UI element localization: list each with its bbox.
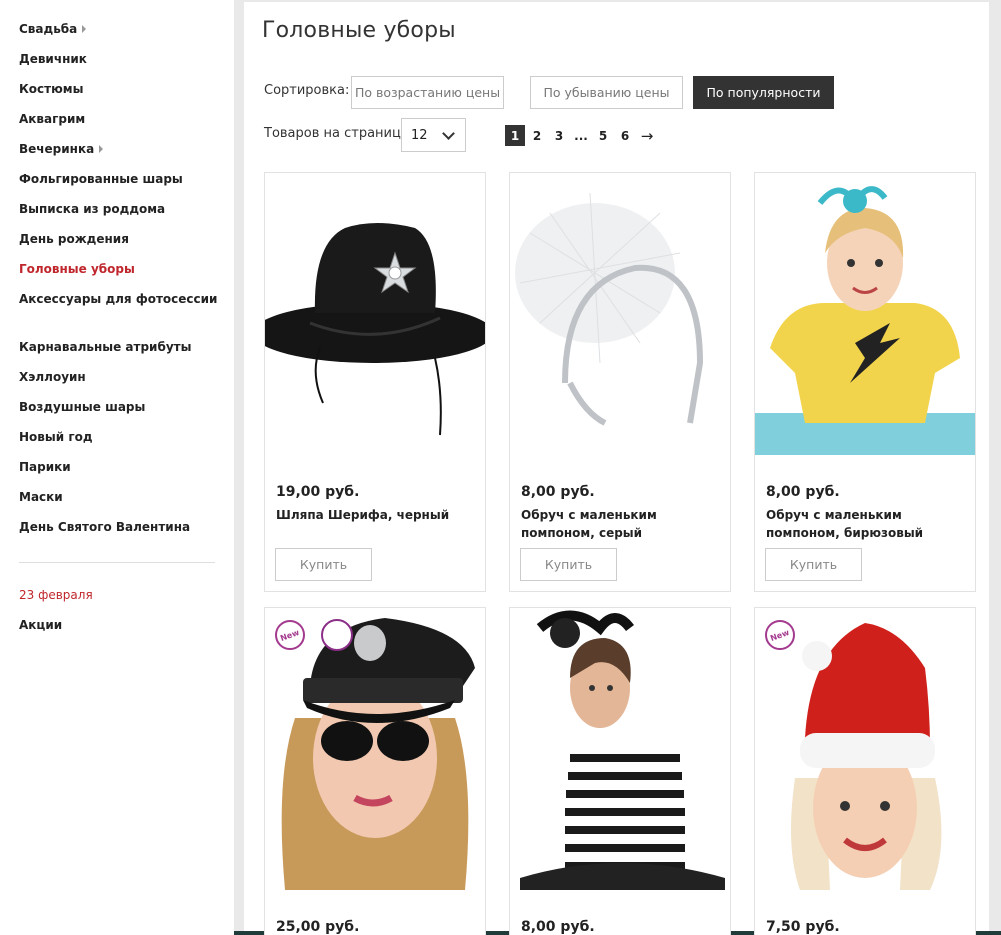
category-sidebar: Свадьба Девичник Костюмы Аквагрим Вечери…	[0, 0, 234, 935]
product-image-turquoise-headband[interactable]	[755, 173, 975, 455]
sidebar-item-costumes[interactable]: Костюмы	[19, 80, 219, 110]
product-image-sheriff-hat[interactable]	[265, 173, 485, 455]
sidebar-item-foil-balloons[interactable]: Фольгированные шары	[19, 170, 219, 200]
product-card[interactable]: 8,00 руб. Обруч с маленьким помпоном, се…	[509, 172, 731, 592]
per-page-label: Товаров на странице:	[264, 126, 414, 141]
category-menu: Свадьба Девичник Костюмы Аквагрим Вечери…	[19, 20, 219, 548]
sidebar-item-birthday[interactable]: День рождения	[19, 230, 219, 260]
sidebar-item-hospital-discharge[interactable]: Выписка из роддома	[19, 200, 219, 230]
product-name[interactable]: Шляпа Шерифа, черный	[276, 506, 476, 524]
sidebar-item-headwear[interactable]: Головные уборы	[19, 260, 219, 290]
sidebar-item-wigs[interactable]: Парики	[19, 458, 219, 488]
buy-button[interactable]: Купить	[765, 548, 862, 581]
product-card[interactable]: 19,00 руб. Шляпа Шерифа, черный Купить	[264, 172, 486, 592]
per-page-select[interactable]: 12	[401, 118, 466, 152]
per-page-value: 12	[411, 127, 428, 143]
page-title: Головные уборы	[262, 18, 456, 43]
product-card[interactable]: 8,00 руб. Обруч с маленьким помпоном, би…	[754, 172, 976, 592]
product-price: 7,50 руб.	[766, 919, 840, 935]
sidebar-item-promotions[interactable]: Акции	[19, 616, 219, 634]
new-badge: New	[275, 620, 305, 650]
sidebar-item-halloween[interactable]: Хэллоуин	[19, 368, 219, 398]
sidebar-gutter	[234, 0, 244, 935]
page-link-2[interactable]: 2	[527, 125, 547, 146]
sidebar-divider	[19, 562, 215, 563]
page-link-1[interactable]: 1	[505, 125, 525, 146]
buy-button[interactable]: Купить	[275, 548, 372, 581]
sort-label: Сортировка:	[264, 83, 350, 98]
product-name[interactable]: Обруч с маленьким помпоном, бирюзовый	[766, 506, 966, 542]
product-image-police-cap[interactable]: New	[265, 608, 485, 890]
product-card[interactable]: New 25,00 руб.	[264, 607, 486, 935]
sidebar-item-valentines[interactable]: День Святого Валентина	[19, 518, 219, 548]
top-border	[244, 0, 989, 2]
product-name[interactable]: Обруч с маленьким помпоном, серый	[521, 506, 721, 542]
right-gutter	[989, 0, 1001, 935]
sidebar-item-bachelorette[interactable]: Девичник	[19, 50, 219, 80]
sidebar-item-new-year[interactable]: Новый год	[19, 428, 219, 458]
product-price: 8,00 руб.	[521, 919, 595, 935]
buy-button[interactable]: Купить	[520, 548, 617, 581]
sort-popularity-button[interactable]: По популярности	[693, 76, 834, 109]
sidebar-item-feb23[interactable]: 23 февраля	[19, 586, 219, 604]
chevron-down-icon	[442, 127, 455, 140]
next-page-arrow-icon[interactable]: →	[637, 125, 657, 146]
sort-price-desc-button[interactable]: По убыванию цены	[530, 76, 683, 109]
sidebar-item-carnival[interactable]: Карнавальные атрибуты	[19, 338, 219, 368]
sidebar-item-wedding[interactable]: Свадьба	[19, 20, 219, 50]
page-ellipsis: ...	[574, 128, 588, 143]
sidebar-item-facepaint[interactable]: Аквагрим	[19, 110, 219, 140]
sidebar-item-photo-accessories[interactable]: Аксессуары для фотосессии	[19, 290, 219, 338]
page-link-5[interactable]: 5	[593, 125, 613, 146]
product-image-grey-headband[interactable]	[510, 173, 730, 455]
new-badge: New	[765, 620, 795, 650]
page-link-6[interactable]: 6	[615, 125, 635, 146]
sidebar-item-masks[interactable]: Маски	[19, 488, 219, 518]
page-link-3[interactable]: 3	[549, 125, 569, 146]
product-image-santa-hat[interactable]: New	[755, 608, 975, 890]
product-price: 8,00 руб.	[766, 484, 840, 500]
product-card[interactable]: 8,00 руб.	[509, 607, 731, 935]
sort-price-asc-button[interactable]: По возрастанию цены	[351, 76, 504, 109]
pagination: 1 2 3 ... 5 6 →	[505, 125, 659, 146]
product-image-black-pompom-girl[interactable]	[510, 608, 730, 890]
product-price: 25,00 руб.	[276, 919, 360, 935]
chevron-right-icon	[99, 145, 104, 153]
sidebar-item-party[interactable]: Вечеринка	[19, 140, 219, 170]
sidebar-item-balloons[interactable]: Воздушные шары	[19, 398, 219, 428]
product-price: 19,00 руб.	[276, 484, 360, 500]
product-card[interactable]: New 7,50 руб.	[754, 607, 976, 935]
product-price: 8,00 руб.	[521, 484, 595, 500]
chevron-right-icon	[82, 25, 87, 33]
